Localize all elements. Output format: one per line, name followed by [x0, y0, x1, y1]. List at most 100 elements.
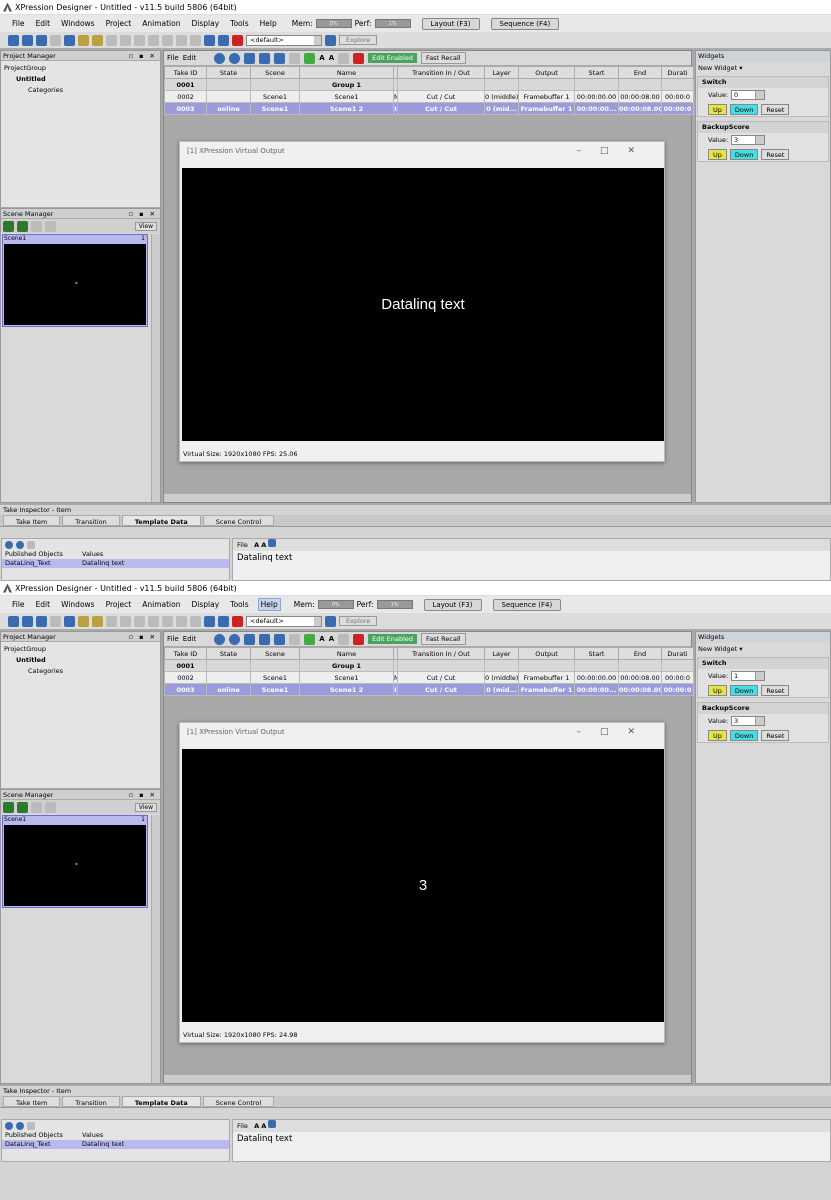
col-header[interactable]: Layer	[484, 647, 519, 660]
edit-enabled-button[interactable]: Edit Enabled	[368, 634, 418, 644]
distribute-icon[interactable]	[190, 615, 201, 627]
switch-down-button[interactable]: Down	[729, 103, 759, 115]
col-header[interactable]: End	[618, 647, 662, 660]
col-header[interactable]: Scene	[250, 66, 300, 79]
preset-dropdown[interactable]: <default>	[246, 34, 322, 46]
tab-transition[interactable]: Transition	[62, 1096, 120, 1107]
col-header[interactable]: Scene	[250, 647, 300, 660]
prev-object-icon[interactable]	[5, 540, 13, 549]
distribute-icon[interactable]	[190, 34, 201, 46]
align-center-icon[interactable]	[162, 615, 173, 627]
col-header[interactable]: Output	[518, 66, 575, 79]
col-header[interactable]: Take ID	[164, 647, 207, 660]
edit-enabled-button[interactable]: Edit Enabled	[368, 53, 418, 63]
stop-all-icon[interactable]	[353, 52, 365, 64]
menu-tools[interactable]: Tools	[228, 599, 250, 610]
panel-controls-icon[interactable]: ▫ ▪ ✕	[129, 790, 157, 800]
panel-controls-icon[interactable]: ▫ ▪ ✕	[129, 632, 157, 642]
tab-scene-control[interactable]: Scene Control	[202, 1096, 275, 1107]
object-tool-icon[interactable]	[27, 1121, 35, 1130]
col-header[interactable]: Take ID	[164, 66, 207, 79]
switch-down-button[interactable]: Down	[729, 684, 759, 696]
pubobj-row[interactable]: DataLinq_Text Datalinq text	[2, 1140, 229, 1149]
select-icon[interactable]	[64, 615, 75, 627]
tab-template-data[interactable]: Template Data	[121, 515, 201, 526]
font-decrease-icon[interactable]: A	[261, 541, 266, 549]
menu-edit[interactable]: Edit	[34, 599, 53, 610]
window-controls-icon[interactable]: –□✕	[576, 723, 654, 742]
menu-tools[interactable]: Tools	[228, 18, 250, 29]
menu-animation[interactable]: Animation	[140, 18, 182, 29]
rotate-icon[interactable]	[92, 615, 103, 627]
tab-take-item[interactable]: Take Item	[3, 515, 61, 526]
stop-all-icon[interactable]	[353, 633, 365, 645]
font-increase-icon[interactable]: A	[254, 1122, 259, 1130]
backupscore-reset-button[interactable]: Reset	[761, 729, 790, 741]
virtual-output-window[interactable]: [1] XPression Virtual Output –□✕ 3 Virtu…	[179, 722, 665, 1043]
import-scene-icon[interactable]	[17, 220, 28, 232]
menu-display[interactable]: Display	[190, 18, 222, 29]
panel-controls-icon[interactable]: ▫ ▪ ✕	[129, 51, 157, 61]
grid-icon[interactable]	[218, 34, 229, 46]
record-icon[interactable]	[232, 615, 243, 627]
col-header[interactable]: Name	[299, 647, 394, 660]
col-header[interactable]: Layer	[484, 66, 519, 79]
take-icon[interactable]	[244, 633, 256, 645]
panel-controls-icon[interactable]: ▫ ▪ ✕	[129, 209, 157, 219]
open-icon[interactable]	[8, 34, 19, 46]
col-header[interactable]: State	[206, 647, 251, 660]
col-header[interactable]: Output	[518, 647, 575, 660]
new-scene-icon[interactable]	[3, 801, 14, 813]
font-increase-icon[interactable]: A	[319, 635, 324, 643]
backupscore-up-button[interactable]: Up	[708, 729, 727, 741]
object-tool-icon[interactable]	[27, 540, 35, 549]
tree-item-projectgroup[interactable]: ProjectGroup	[4, 63, 157, 74]
backupscore-up-button[interactable]: Up	[708, 148, 727, 160]
font-increase-icon[interactable]: A	[254, 541, 259, 549]
prev-icon[interactable]	[214, 633, 226, 645]
take-row[interactable]: 0003 online Scene1 Scene1 2 I Cut / Cut 0 (mid…	[164, 683, 694, 696]
scene-scrollbar[interactable]	[151, 815, 160, 1083]
explore-button[interactable]: Explore	[339, 35, 378, 45]
stop-icon[interactable]	[50, 615, 61, 627]
save-icon[interactable]	[22, 615, 33, 627]
seq-menu-file[interactable]: File	[167, 54, 179, 62]
layout-icon[interactable]	[204, 34, 215, 46]
menu-windows[interactable]: Windows	[59, 599, 96, 610]
tree-item-categories[interactable]: Categories	[4, 85, 157, 96]
columns-icon[interactable]	[289, 633, 301, 645]
sequence-button[interactable]: Sequence (F4)	[490, 17, 560, 30]
sequence-button[interactable]: Sequence (F4)	[492, 598, 562, 611]
switch-reset-button[interactable]: Reset	[761, 684, 790, 696]
record-icon[interactable]	[232, 34, 243, 46]
menu-windows[interactable]: Windows	[59, 18, 96, 29]
font-decrease-icon[interactable]: A	[329, 635, 334, 643]
move-icon[interactable]	[78, 34, 89, 46]
redo-icon[interactable]	[134, 34, 145, 46]
undo-icon[interactable]	[120, 34, 131, 46]
take-row[interactable]: 0002Scene1Scene1MCut / Cut0 (middle)Fram…	[164, 90, 694, 103]
prev-icon[interactable]	[214, 52, 226, 64]
backupscore-value-input[interactable]: 3	[731, 716, 766, 726]
tree-item-projectgroup[interactable]: ProjectGroup	[4, 644, 157, 655]
tree-item-untitled[interactable]: Untitled	[4, 655, 157, 666]
col-header[interactable]: Durati	[661, 647, 694, 660]
save-all-icon[interactable]	[36, 615, 47, 627]
fast-recall-button[interactable]: Fast Recall	[421, 633, 466, 645]
pubobj-row[interactable]: DataLinq_Text Datalinq text	[2, 559, 229, 568]
align-right-icon[interactable]	[176, 615, 187, 627]
text-editor-content[interactable]: Datalinq text	[233, 1132, 830, 1146]
view-dropdown[interactable]: View	[134, 802, 157, 812]
seq-menu-edit[interactable]: Edit	[183, 635, 197, 643]
move-up-icon[interactable]	[259, 633, 271, 645]
menu-edit[interactable]: Edit	[34, 18, 53, 29]
backupscore-reset-button[interactable]: Reset	[761, 148, 790, 160]
scale-icon[interactable]	[106, 34, 117, 46]
window-controls-icon[interactable]: –□✕	[576, 142, 654, 161]
find-icon[interactable]	[31, 801, 42, 813]
redo-icon[interactable]	[134, 615, 145, 627]
seq-menu-file[interactable]: File	[167, 635, 179, 643]
grid-icon[interactable]	[218, 615, 229, 627]
seq-menu-edit[interactable]: Edit	[183, 54, 197, 62]
sequencer-hscroll[interactable]	[164, 1074, 691, 1083]
